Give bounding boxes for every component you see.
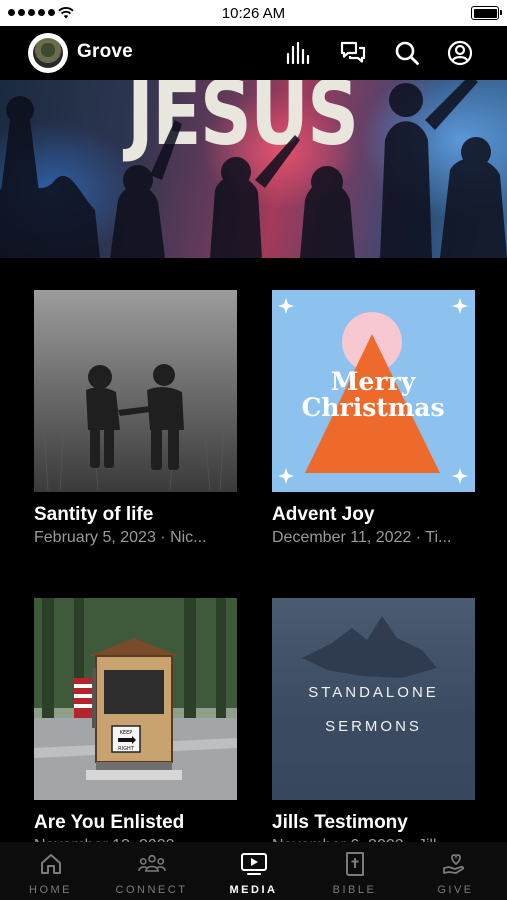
app-header: Grove (0, 26, 507, 80)
media-card-title: Jills Testimony (272, 812, 408, 833)
status-bar: 10:26 AM (0, 0, 507, 26)
give-hand-icon (442, 851, 470, 877)
tab-bible[interactable]: BIBLE (304, 842, 405, 900)
crowd-silhouette (0, 80, 507, 258)
media-card-advent-joy[interactable]: Merry Christmas Advent Joy December 11, … (272, 290, 475, 547)
tab-label: MEDIA (229, 884, 278, 896)
app-title: Grove (77, 41, 133, 62)
play-screen-icon (240, 851, 268, 877)
tab-home[interactable]: HOME (0, 842, 101, 900)
bottom-tab-bar: HOME CONNECT MEDIA BIBLE GIVE (0, 842, 507, 900)
tab-media[interactable]: MEDIA (203, 842, 304, 900)
tab-connect[interactable]: CONNECT (101, 842, 202, 900)
bible-icon (341, 851, 369, 877)
media-card-title: Advent Joy (272, 504, 375, 525)
tab-label: BIBLE (332, 884, 377, 896)
media-card-meta: December 11, 2022 · Ti... (272, 529, 452, 546)
sign-right: RIGHT (118, 746, 135, 752)
chat-icon[interactable] (339, 39, 367, 67)
media-thumbnail (34, 290, 237, 492)
media-card-meta: February 5, 2023 · Nic... (34, 529, 207, 546)
battery-icon (471, 6, 502, 20)
christmas-line-2: Christmas (301, 393, 444, 422)
audio-bars-icon[interactable] (285, 39, 313, 67)
church-logo[interactable] (28, 33, 68, 73)
christmas-line-1: Merry (331, 367, 417, 396)
media-thumbnail: Merry Christmas (272, 290, 475, 492)
search-icon[interactable] (393, 39, 421, 67)
media-thumbnail: STANDALONE SERMONS (272, 598, 475, 800)
tab-label: GIVE (437, 884, 474, 896)
artwork-line-1: STANDALONE (308, 684, 439, 701)
sign-keep: KEEP (120, 730, 133, 736)
people-icon (137, 851, 166, 877)
tab-label: HOME (29, 884, 72, 896)
tab-give[interactable]: GIVE (405, 842, 506, 900)
media-card-title: Are You Enlisted (34, 812, 185, 833)
hero-banner[interactable]: JESUS (0, 80, 507, 258)
home-icon (37, 851, 65, 877)
media-card-are-you-enlisted[interactable]: KEEP RIGHT Are You Enlisted November 13,… (34, 598, 237, 855)
artwork-line-2: SERMONS (325, 718, 422, 735)
media-card-santity-of-life[interactable]: Santity of life February 5, 2023 · Nic..… (34, 290, 237, 547)
media-card-jills-testimony[interactable]: STANDALONE SERMONS Jills Testimony Novem… (272, 598, 475, 855)
profile-icon[interactable] (446, 39, 474, 67)
tab-label: CONNECT (115, 884, 188, 896)
status-time: 10:26 AM (221, 5, 286, 22)
media-card-title: Santity of life (34, 504, 154, 525)
media-thumbnail: KEEP RIGHT (34, 598, 237, 800)
